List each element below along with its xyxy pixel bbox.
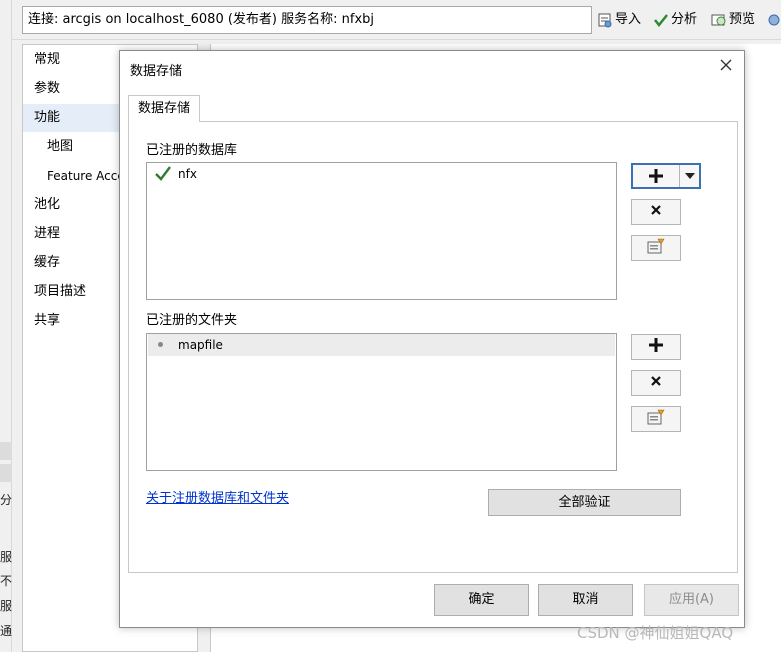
add-database-button[interactable] [631,163,701,189]
analyze-label: 分析 [671,12,698,27]
preview-label: 预览 [729,12,756,27]
data-store-dialog: 数据存储 数据存储 已注册的数据库 nfx 已注册的文件夹 mapfile 关于… [119,50,745,628]
import-icon [597,12,613,28]
database-name: nfx [178,167,197,181]
left-window-edge: 分析 服 不 服 通 [0,0,12,652]
help-link[interactable]: 关于注册数据库和文件夹 [146,487,289,506]
import-button[interactable]: 导入 [597,8,641,32]
registered-databases-list[interactable]: nfx [146,162,617,300]
analyze-button[interactable]: 分析 [653,8,697,32]
data-store-tab-panel: 已注册的数据库 nfx 已注册的文件夹 mapfile 关于注册数据库和文件夹 … [128,121,738,573]
close-button[interactable] [714,55,738,79]
list-item[interactable]: nfx [148,163,615,185]
cancel-button[interactable]: 取消 [538,584,633,616]
folder-name: mapfile [178,338,223,352]
import-label: 导入 [615,12,642,27]
properties-icon [647,409,665,429]
list-item[interactable]: mapfile [148,334,615,356]
edit-folder-button[interactable] [631,406,681,432]
plus-icon [633,165,679,187]
left-fragment [0,442,12,460]
ok-button[interactable]: 确定 [434,584,529,616]
delete-x-icon [650,375,662,391]
top-toolbar: 连接: arcgis on localhost_6080 (发布者) 服务名称:… [0,0,781,40]
left-fragment: 通 [0,624,12,638]
toolbar-overflow-icon[interactable] [767,8,781,32]
left-fragment: 不 [0,574,12,588]
valid-checkmark-icon [154,165,172,188]
preview-icon [711,12,727,28]
remove-database-button[interactable] [631,199,681,225]
watermark: CSDN @神仙姐姐QAQ [577,624,734,642]
close-icon [719,58,733,76]
registered-folders-list[interactable]: mapfile [146,333,617,471]
remove-folder-button[interactable] [631,370,681,396]
chevron-down-icon[interactable] [679,165,699,187]
edit-database-button[interactable] [631,235,681,261]
left-fragment [0,464,12,482]
preview-button[interactable]: 预览 [711,8,755,32]
registered-databases-label: 已注册的数据库 [146,143,238,158]
left-fragment: 服 [0,550,12,564]
left-fragment: 分析 [0,493,12,507]
validate-all-button[interactable]: 全部验证 [488,489,681,516]
properties-icon [647,238,665,258]
dialog-title: 数据存储 [130,64,183,79]
left-fragment: 服 [0,599,12,613]
checkmark-icon [653,12,669,28]
add-folder-button[interactable] [631,334,681,360]
bullet-icon [158,342,163,347]
apply-button[interactable]: 应用(A) [644,584,739,616]
delete-x-icon [650,204,662,220]
tab-data-store[interactable]: 数据存储 [128,95,200,122]
registered-folders-label: 已注册的文件夹 [146,313,238,328]
connection-info-field: 连接: arcgis on localhost_6080 (发布者) 服务名称:… [22,6,592,34]
plus-icon [648,337,664,357]
